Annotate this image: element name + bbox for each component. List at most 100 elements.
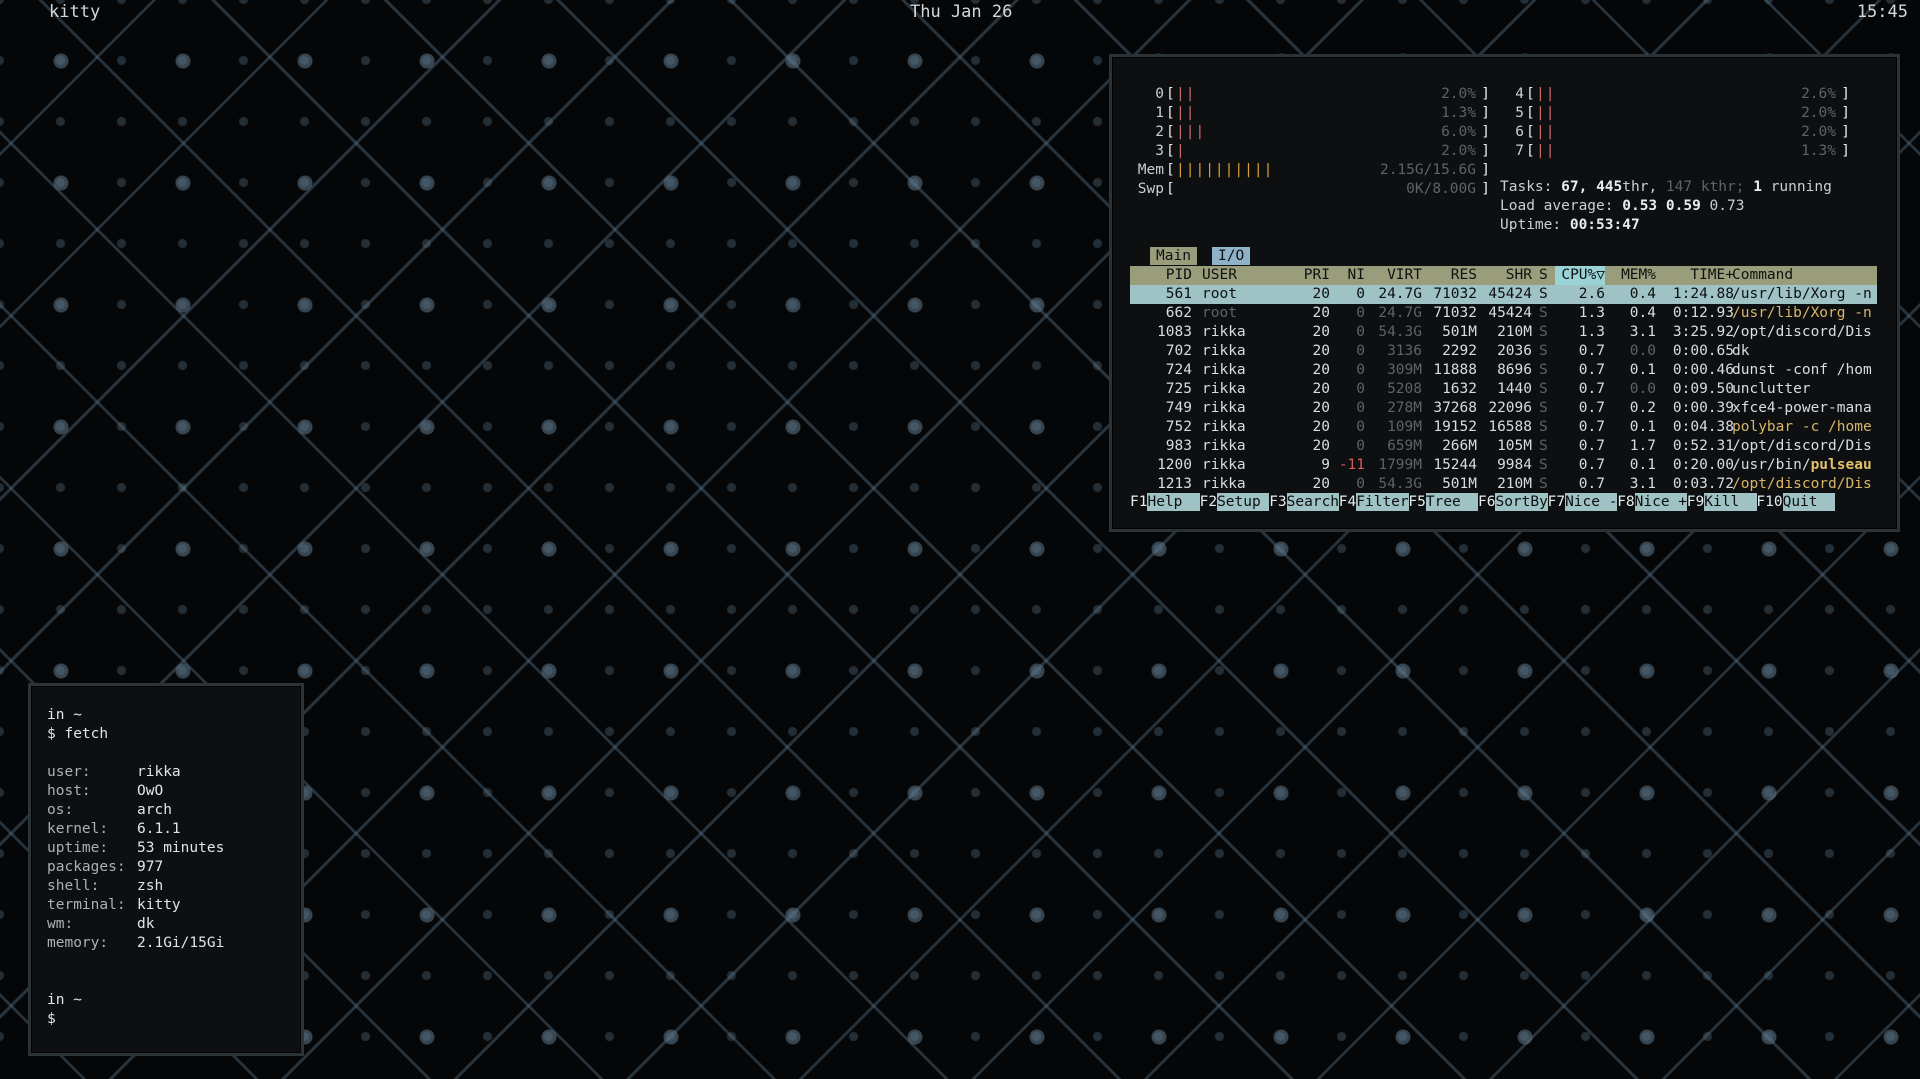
process-table-header[interactable]: PID USER PRI NI VIRT RES SHR S CPU%▽ MEM…	[1130, 266, 1877, 285]
tab-main[interactable]: Main	[1150, 247, 1197, 265]
cell-pid: 724	[1165, 362, 1192, 378]
col-user[interactable]: USER	[1202, 266, 1292, 285]
fkey-f8[interactable]: F8Nice +	[1617, 493, 1688, 511]
fkey-f9[interactable]: F9Kill	[1687, 493, 1757, 511]
cell-res: 501M	[1442, 324, 1477, 340]
prompt-directory-2: in ~	[47, 992, 82, 1008]
cell-pri: 20	[1312, 438, 1330, 454]
meter-bracket: ]	[1841, 143, 1850, 159]
fkey-f7[interactable]: F7Nice -	[1548, 493, 1618, 511]
terminal-window[interactable]: in ~ $ fetch user: rikka host: OwO os: arch ke…	[28, 683, 304, 1056]
shell-prompt[interactable]: $	[47, 1010, 56, 1029]
col-time[interactable]: TIME+	[1660, 266, 1734, 285]
cell-pid: 561	[1165, 286, 1192, 302]
cell-mem: 0.1	[1629, 362, 1656, 378]
meter-bar: |	[1176, 143, 1186, 159]
swp-meter-value: 0K/8.00G	[1406, 181, 1476, 197]
command-name: pulseau	[1810, 457, 1872, 473]
table-row[interactable]: 752 rikka 20 0 109M 19152 16588 S 0.7 0.1 0:04.38 p…	[1130, 418, 1877, 437]
cell-mem: 3.1	[1629, 476, 1656, 492]
cell-pid: 983	[1165, 438, 1192, 454]
cell-cpu: 0.7	[1578, 457, 1605, 473]
fkey-label: Tree	[1425, 493, 1479, 511]
cell-ni: 0	[1356, 438, 1365, 454]
meter-bracket: [	[1166, 105, 1175, 121]
cpu-meter-label: 4	[1515, 86, 1524, 102]
cell-command: dk	[1732, 343, 1750, 359]
cell-ni: 0	[1356, 343, 1365, 359]
cpu-meter-value: 2.0%	[1801, 124, 1836, 140]
col-mem[interactable]: MEM%	[1608, 266, 1656, 285]
fkey-label: SortBy	[1495, 493, 1548, 511]
cell-ni: -11	[1338, 457, 1365, 473]
cell-ni: 0	[1356, 400, 1365, 416]
cell-pri: 20	[1312, 343, 1330, 359]
meter-bracket: [	[1166, 162, 1175, 178]
col-pid[interactable]: PID	[1130, 266, 1192, 285]
fkey-f3[interactable]: F3Search	[1269, 493, 1340, 511]
col-cpu[interactable]: CPU%▽	[1555, 266, 1605, 285]
cell-ni: 0	[1356, 476, 1365, 492]
fkey-f5[interactable]: F5Tree	[1408, 493, 1479, 511]
cell-cpu: 0.7	[1578, 400, 1605, 416]
table-row[interactable]: 725 rikka 20 0 5208 1632 1440 S 0.7 0.0 0:09.50 unc…	[1130, 380, 1877, 399]
cpu-meter-label: 0	[1155, 86, 1164, 102]
htop-window[interactable]: 0[|| 2.0%] 1[|| 1.3%] 2[||| 6.0%] 3[| 2.0%] 4[||…	[1109, 54, 1900, 532]
fkey-key: F10	[1756, 494, 1783, 510]
cell-command: xfce4-power-mana	[1732, 400, 1872, 416]
col-ni[interactable]: NI	[1335, 266, 1365, 285]
meter-bracket: [	[1526, 124, 1535, 140]
fkey-f4[interactable]: F4Filter	[1339, 493, 1409, 511]
cell-s: S	[1539, 400, 1548, 416]
cell-user: root	[1202, 286, 1237, 302]
table-row[interactable]: 1200 rikka 9 -11 1799M 15244 9984 S 0.7 0.1 0:20.0…	[1130, 456, 1877, 475]
cell-mem: 0.0	[1629, 381, 1656, 397]
meter-bracket: [	[1526, 143, 1535, 159]
fetch-key: shell:	[47, 878, 100, 894]
fkey-f10[interactable]: F10Quit	[1756, 493, 1835, 511]
cell-mem: 0.4	[1629, 286, 1656, 302]
cell-virt: 278M	[1387, 400, 1422, 416]
fkey-f2[interactable]: F2Setup	[1200, 493, 1270, 511]
cell-pid: 1213	[1157, 476, 1192, 492]
cpu-meter-value: 1.3%	[1441, 105, 1476, 121]
cell-ni: 0	[1356, 305, 1365, 321]
fkey-f6[interactable]: F6SortBy	[1478, 493, 1548, 511]
fkey-key: F5	[1408, 494, 1426, 510]
cell-res: 501M	[1442, 476, 1477, 492]
table-row[interactable]: 702 rikka 20 0 3136 2292 2036 S 0.7 0.0 0:00.65 dk	[1130, 342, 1877, 361]
col-command[interactable]: Command	[1732, 266, 1877, 285]
table-row[interactable]: 983 rikka 20 0 659M 266M 105M S 0.7 1.7 0:52.31/op…	[1130, 437, 1877, 456]
col-state[interactable]: S	[1539, 266, 1551, 285]
fkey-key: F6	[1478, 494, 1496, 510]
table-row[interactable]: 561 root 20 0 24.7G 71032 45424 S 2.6 0.4 1:24.88/…	[1130, 285, 1877, 304]
cell-res: 15244	[1433, 457, 1477, 473]
cell-cpu: 0.7	[1578, 343, 1605, 359]
fkey-label: Nice +	[1634, 493, 1688, 511]
col-shr[interactable]: SHR	[1480, 266, 1532, 285]
date-display: Thu Jan 26	[910, 2, 1013, 22]
table-row[interactable]: 662 root 20 0 24.7G 71032 45424 S 1.3 0.4 0:12.93/…	[1130, 304, 1877, 323]
fkey-label: Kill	[1704, 493, 1757, 511]
table-row[interactable]: 1213 rikka 20 0 54.3G 501M 210M S 0.7 3.1 0:03.72/…	[1130, 475, 1877, 494]
fetch-value: OwO	[137, 783, 164, 799]
cell-ni: 0	[1356, 362, 1365, 378]
function-key-bar[interactable]: F1Help F2Setup F3Search F4Filter F5Tree F6…	[1130, 493, 1877, 511]
meter-bracket: ]	[1481, 105, 1490, 121]
table-row[interactable]: 749 rikka 20 0 278M 37268 22096 S 0.7 0.2 0:00.39 x…	[1130, 399, 1877, 418]
cpu-meter-label: 6	[1515, 124, 1524, 140]
meter-bracket: ]	[1841, 105, 1850, 121]
cpu-meter-value: 2.0%	[1441, 143, 1476, 159]
tab-io[interactable]: I/O	[1212, 247, 1251, 265]
cpu-meter: 2[||| 6.0%]	[1130, 123, 1490, 142]
col-res[interactable]: RES	[1425, 266, 1477, 285]
col-pri[interactable]: PRI	[1290, 266, 1330, 285]
table-row[interactable]: 1083 rikka 20 0 54.3G 501M 210M S 1.3 3.1 3:25.92/…	[1130, 323, 1877, 342]
table-row[interactable]: 724 rikka 20 0 309M 11888 8696 S 0.7 0.1 0:00.46 du…	[1130, 361, 1877, 380]
cell-time: 0:09.50	[1672, 381, 1734, 397]
fkey-f1[interactable]: F1Help	[1130, 493, 1200, 511]
cell-pri: 9	[1321, 457, 1330, 473]
cpu-meter: 3[| 2.0%]	[1130, 142, 1490, 161]
col-virt[interactable]: VIRT	[1372, 266, 1422, 285]
fetch-value: 977	[137, 859, 164, 875]
